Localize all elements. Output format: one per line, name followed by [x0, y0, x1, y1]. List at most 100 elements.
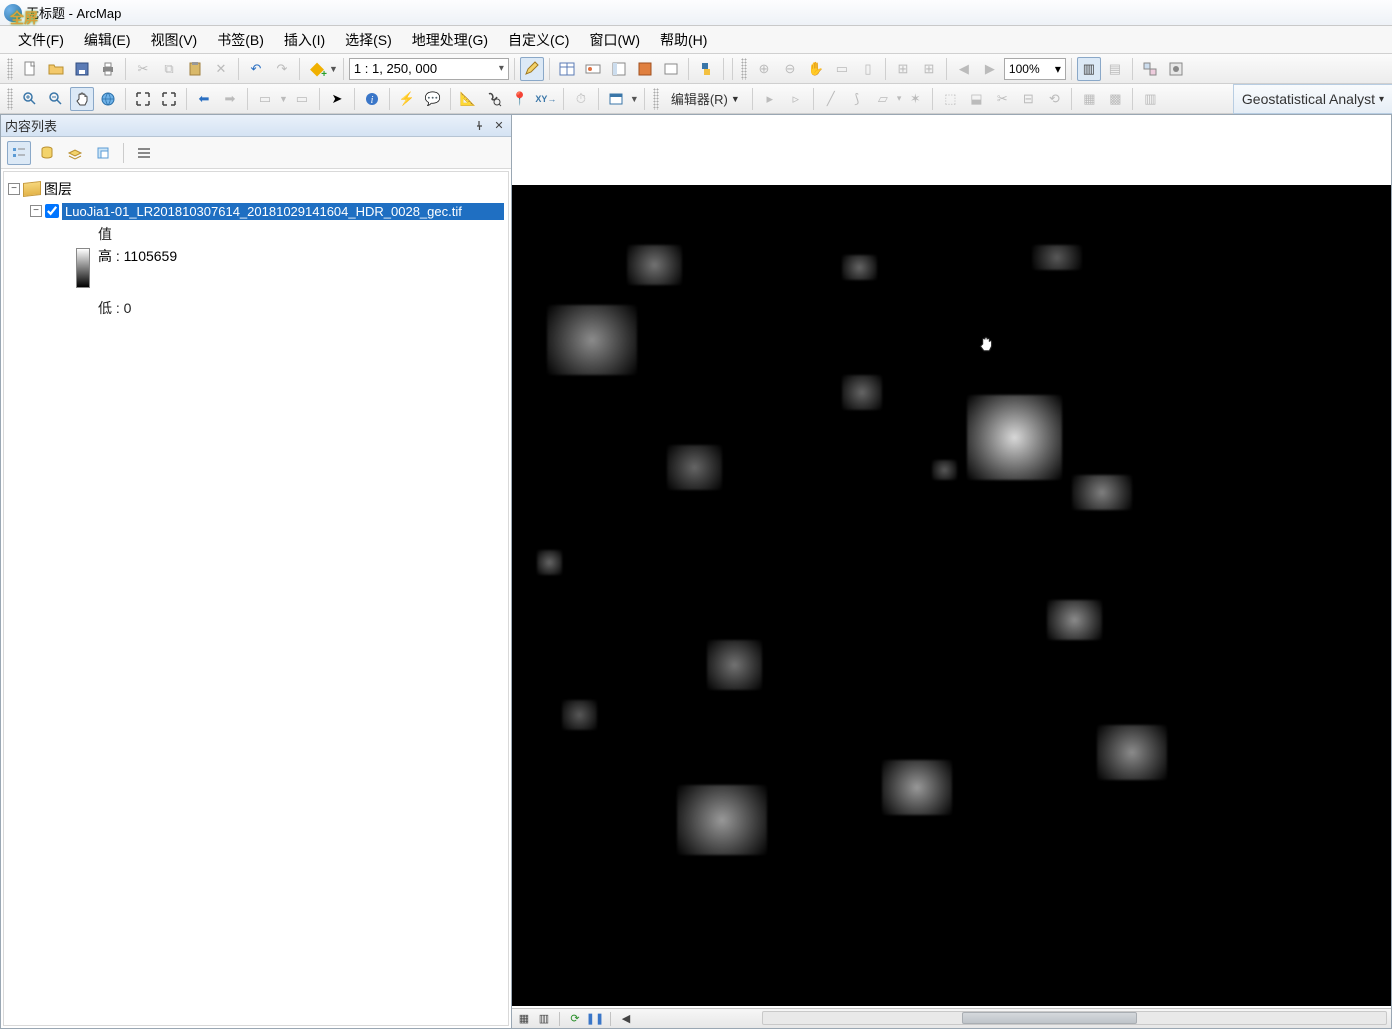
select-features-caret[interactable]: ▼ — [279, 94, 288, 104]
menu-view[interactable]: 视图(V) — [141, 26, 208, 54]
select-elements-button[interactable]: ➤ — [325, 87, 349, 111]
collapse-icon[interactable]: − — [8, 183, 20, 195]
change-layout-button[interactable] — [1138, 57, 1162, 81]
map-view[interactable]: ▦ ▥ ⟳ ❚❚ ◀ — [512, 114, 1392, 1029]
map-scale-combo[interactable]: 1 : 1, 250, 000 ▾ — [349, 58, 509, 80]
split-button[interactable]: ⊟ — [1016, 87, 1040, 111]
edit-vertices-button[interactable]: ⬚ — [938, 87, 962, 111]
list-by-selection-button[interactable] — [91, 141, 115, 165]
layout-100-button[interactable]: ▯ — [856, 57, 880, 81]
layout-zoom-in-button[interactable]: ⊕ — [752, 57, 776, 81]
cut-poly-button[interactable]: ✂ — [990, 87, 1014, 111]
data-driven-fwd-button[interactable]: ▶ — [978, 57, 1002, 81]
open-button[interactable] — [44, 57, 68, 81]
layout-whole-page-button[interactable]: ▭ — [830, 57, 854, 81]
tree-root-row[interactable]: − 图层 — [8, 178, 504, 200]
copy-button[interactable]: ⧉ — [157, 57, 181, 81]
toolbar-grip-3[interactable] — [7, 88, 13, 110]
straight-segment-button[interactable]: ╱ — [819, 87, 843, 111]
full-extent-button[interactable] — [96, 87, 120, 111]
arc-toolbox-button[interactable] — [659, 57, 683, 81]
edit-tool-button[interactable]: ▸ — [758, 87, 782, 111]
sketch-props-button[interactable]: ▩ — [1103, 87, 1127, 111]
menu-insert[interactable]: 插入(I) — [274, 26, 335, 54]
identify-button[interactable]: i — [360, 87, 384, 111]
pause-drawing-button[interactable]: ❚❚ — [587, 1011, 603, 1027]
toc-tree[interactable]: − 图层 − LuoJia1-01_LR201810307614_2018102… — [3, 171, 509, 1026]
layer-name-label[interactable]: LuoJia1-01_LR201810307614_20181029141604… — [62, 203, 504, 220]
find-route-button[interactable]: 📍 — [508, 87, 532, 111]
paste-button[interactable] — [183, 57, 207, 81]
cut-button[interactable]: ✂ — [131, 57, 155, 81]
edit-annotation-button[interactable]: ▹ — [784, 87, 808, 111]
add-data-caret[interactable]: ▼ — [329, 64, 338, 74]
create-viewer-caret[interactable]: ▼ — [630, 94, 639, 104]
html-popup-button[interactable]: 💬 — [421, 87, 445, 111]
search-window-button[interactable] — [633, 57, 657, 81]
trace-button[interactable]: ▱ — [871, 87, 895, 111]
data-view-button[interactable]: ▦ — [516, 1011, 532, 1027]
select-features-button[interactable]: ▭ — [253, 87, 277, 111]
toc-pin-button[interactable] — [471, 118, 487, 134]
rotate-button[interactable]: ⟲ — [1042, 87, 1066, 111]
toolbar-grip-4[interactable] — [653, 88, 659, 110]
geostatistical-analyst-tab[interactable]: Geostatistical Analyst ▾ — [1233, 84, 1392, 114]
layer-visibility-checkbox[interactable] — [45, 204, 59, 218]
save-button[interactable] — [70, 57, 94, 81]
toc-close-button[interactable]: ✕ — [491, 118, 507, 134]
zoom-in-button[interactable] — [18, 87, 42, 111]
back-extent-button[interactable]: ⬅ — [192, 87, 216, 111]
layout-zoom-combo[interactable]: 100% ▾ — [1004, 58, 1066, 80]
list-by-source-button[interactable] — [35, 141, 59, 165]
menu-customize[interactable]: 自定义(C) — [498, 26, 579, 54]
measure-button[interactable]: 📐 — [456, 87, 480, 111]
add-data-button[interactable]: ◆ + — [305, 57, 329, 81]
go-to-xy-button[interactable]: XY→ — [534, 87, 558, 111]
attributes-button[interactable]: ▦ — [1077, 87, 1101, 111]
find-button[interactable] — [482, 87, 506, 111]
collapse-icon[interactable]: − — [30, 205, 42, 217]
time-slider2-button[interactable]: ⏱ — [569, 87, 593, 111]
print-button[interactable] — [96, 57, 120, 81]
layout-view-button[interactable]: ▥ — [536, 1011, 552, 1027]
scroll-left-button[interactable]: ◀ — [618, 1011, 634, 1027]
layer-row[interactable]: − LuoJia1-01_LR201810307614_201810291416… — [8, 200, 504, 222]
menu-window[interactable]: 窗口(W) — [579, 26, 650, 54]
toolbar-grip-2[interactable] — [741, 58, 747, 80]
catalog-window-button[interactable] — [607, 57, 631, 81]
fwd-extent-button[interactable]: ➡ — [218, 87, 242, 111]
data-driven-back-button[interactable]: ◀ — [952, 57, 976, 81]
list-by-drawing-order-button[interactable] — [7, 141, 31, 165]
layout-next-extent-button[interactable]: ⊞ — [917, 57, 941, 81]
menu-edit[interactable]: 编辑(E) — [74, 26, 141, 54]
create-viewer-button[interactable] — [604, 87, 628, 111]
zoom-out-button[interactable] — [44, 87, 68, 111]
layout-prev-extent-button[interactable]: ⊞ — [891, 57, 915, 81]
map-canvas[interactable] — [512, 185, 1391, 1006]
delete-button[interactable]: ✕ — [209, 57, 233, 81]
editor-toolbar-button[interactable] — [520, 57, 544, 81]
layout-pan-button[interactable]: ✋ — [804, 57, 828, 81]
menu-help[interactable]: 帮助(H) — [650, 26, 717, 54]
toc-options-button[interactable] — [132, 141, 156, 165]
layout-zoom-out-button[interactable]: ⊖ — [778, 57, 802, 81]
menu-bookmarks[interactable]: 书签(B) — [207, 26, 274, 54]
redo-button[interactable]: ↷ — [270, 57, 294, 81]
refresh-button[interactable]: ⟳ — [567, 1011, 583, 1027]
fixed-zoom-out-button[interactable] — [157, 87, 181, 111]
hyperlink-button[interactable]: ⚡ — [395, 87, 419, 111]
point-button[interactable]: ✶ — [903, 87, 927, 111]
horizontal-scrollbar[interactable] — [762, 1011, 1387, 1025]
editor-menu[interactable]: 编辑器(R) ▼ — [664, 88, 747, 110]
clear-selection-button[interactable]: ▭ — [290, 87, 314, 111]
toggle-draft-button[interactable]: ▥ — [1077, 57, 1101, 81]
focus-data-frame-button[interactable]: ▤ — [1103, 57, 1127, 81]
time-slider-button[interactable] — [581, 57, 605, 81]
list-by-visibility-button[interactable] — [63, 141, 87, 165]
fixed-zoom-in-button[interactable] — [131, 87, 155, 111]
new-doc-button[interactable] — [18, 57, 42, 81]
toolbar-grip[interactable] — [7, 58, 13, 80]
menu-select[interactable]: 选择(S) — [335, 26, 402, 54]
data-driven-props-button[interactable] — [1164, 57, 1188, 81]
pan-button[interactable] — [70, 87, 94, 111]
